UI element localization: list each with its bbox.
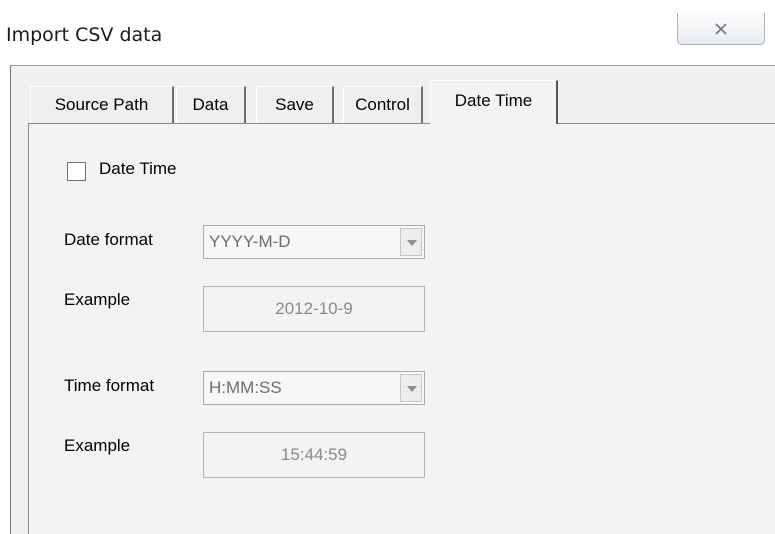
tab-date-time[interactable]: Date Time (430, 80, 558, 124)
tab-label: Data (192, 95, 229, 114)
close-icon (678, 15, 764, 41)
time-format-label: Time format (64, 376, 155, 395)
chevron-down-icon[interactable] (400, 228, 422, 256)
time-example-field: 15:44:59 (203, 432, 425, 478)
chevron-down-icon[interactable] (400, 374, 422, 402)
date-example-label: Example (64, 290, 131, 309)
tab-control[interactable]: Control (343, 86, 423, 124)
time-format-select[interactable]: H:MM:SS (203, 371, 425, 405)
date-time-checkbox[interactable] (67, 162, 86, 181)
close-button[interactable] (677, 13, 765, 45)
tab-save[interactable]: Save (256, 86, 334, 124)
tab-label: Control (355, 95, 410, 114)
tab-label: Date Time (454, 91, 533, 110)
tab-data[interactable]: Data (176, 86, 246, 124)
dialog-titlebar: Import CSV data (0, 0, 775, 62)
time-example-label: Example (64, 436, 131, 455)
dialog-title: Import CSV data (6, 24, 163, 46)
date-format-label: Date format (64, 230, 153, 249)
date-time-checkbox-label: Date Time (99, 159, 177, 178)
tab-label: Source Path (54, 95, 149, 114)
time-format-value: H:MM:SS (209, 378, 282, 397)
date-format-value: YYYY-M-D (209, 232, 291, 251)
tab-source-path[interactable]: Source Path (30, 86, 174, 124)
date-example-field: 2012-10-9 (203, 286, 425, 332)
date-format-select[interactable]: YYYY-M-D (203, 225, 425, 259)
tab-label: Save (275, 95, 314, 114)
